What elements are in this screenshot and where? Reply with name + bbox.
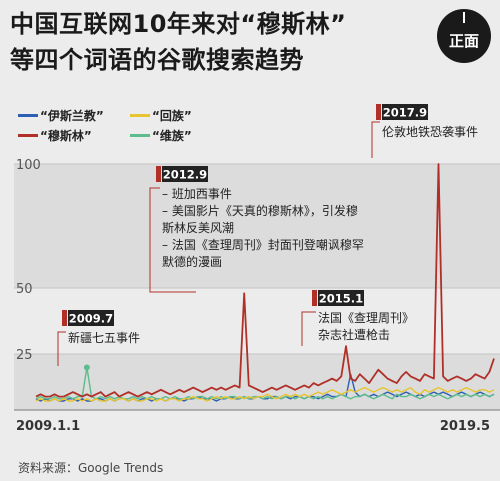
y-tick-100: 100 [16,158,41,173]
annotation-2017-9: 2017.9 伦敦地铁恐袭事件 [371,104,478,158]
annotation-text-line: 法国《查理周刊》 [318,311,414,325]
annotation-tag-marker [62,310,67,326]
annotation-text-line: – 班加西事件 [162,187,232,201]
annotation-tag-label: 2009.7 [69,312,113,326]
y-tick-50: 50 [16,282,33,297]
annotation-tag-label: 2017.9 [383,106,427,120]
x-label-start: 2009.1.1 [16,419,80,434]
annotation-text-line: – 法国《查理周刊》封面刊登嘲讽穆罕 [162,237,364,252]
chart-plot: 100 50 25 2009.7 新疆七五事件 2012.9 – 班加西事件 – 美国影… [14,104,500,434]
annotation-text-line: 伦敦地铁恐袭事件 [382,124,478,139]
annotation-text-line: 斯林反美风潮 [162,220,234,235]
annotation-text-line: 杂志社遭枪击 [318,327,390,342]
annotation-text-line: 默德的漫画 [162,254,222,269]
y-tick-25: 25 [16,348,33,363]
annotation-text-line: 新疆七五事件 [68,330,140,345]
peak-marker-2009-7 [83,364,90,371]
x-label-end: 2019.5 [440,419,490,434]
annotation-tag-label: 2012.9 [163,168,207,182]
annotation-leader-line [371,121,380,158]
annotation-tag-marker [156,166,161,182]
annotation-leader-line [301,311,316,346]
band-50-100 [14,164,500,288]
annotation-text-line: – 美国影片《天真的穆斯林》，引发穆 [162,203,358,218]
annotation-tag-label: 2015.1 [319,292,363,306]
annotation-2015-1: 2015.1 法国《查理周刊》杂志社遭枪击 [301,290,414,346]
annotation-tag-marker [376,104,381,120]
annotation-tag-marker [312,290,317,306]
source-note: 资料来源：Google Trends [18,461,164,475]
